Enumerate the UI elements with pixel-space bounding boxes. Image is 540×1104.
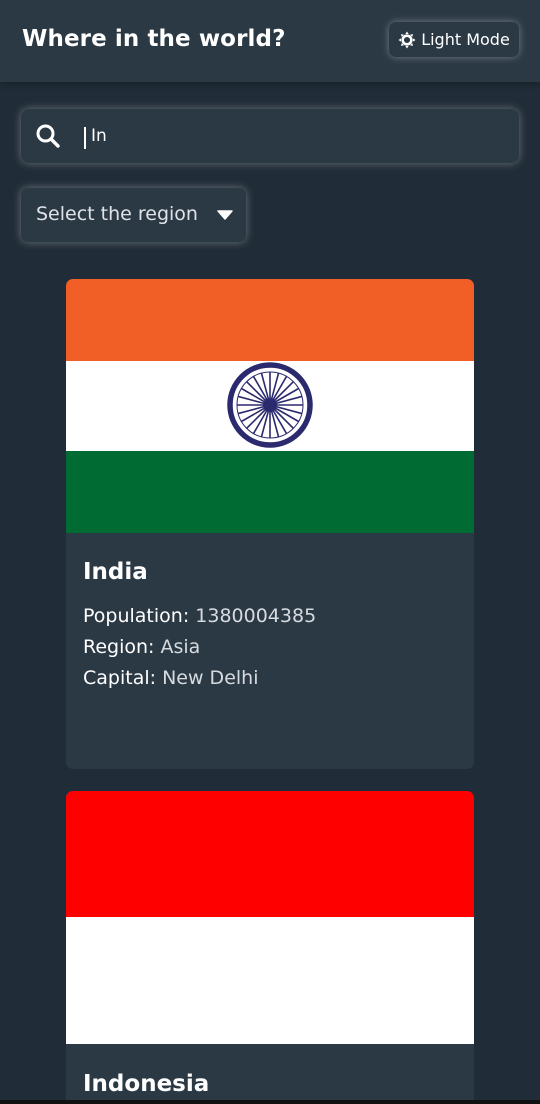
capital-value: New Delhi: [162, 667, 259, 689]
country-card-indonesia[interactable]: Indonesia: [66, 791, 474, 1104]
indonesia-flag: [66, 791, 474, 1044]
sun-icon: [398, 30, 416, 49]
india-details: India Population: 1380004385 Region: Asi…: [83, 559, 316, 694]
light-mode-label: Light Mode: [421, 30, 510, 49]
region-select-label: Select the region: [36, 203, 198, 225]
population-label: Population:: [83, 605, 190, 627]
country-name: Indonesia: [83, 1071, 210, 1097]
region-label: Region:: [83, 636, 155, 658]
region-row: Region: Asia: [83, 632, 316, 663]
population-row: Population: 1380004385: [83, 601, 316, 632]
screen-bottom-edge: [0, 1100, 540, 1104]
search-input[interactable]: [91, 124, 501, 148]
light-mode-button[interactable]: Light Mode: [389, 22, 519, 57]
country-name: India: [83, 559, 148, 585]
population-value: 1380004385: [195, 605, 317, 627]
search-icon: [36, 124, 60, 148]
region-select[interactable]: Select the region: [21, 188, 246, 242]
search-box[interactable]: [21, 109, 519, 163]
app: Where in the world? Light Mode In Select…: [0, 0, 540, 1104]
india-flag: [66, 279, 474, 533]
region-value: Asia: [160, 636, 201, 658]
country-card-india[interactable]: India Population: 1380004385 Region: Asi…: [66, 279, 474, 769]
header: Where in the world? Light Mode: [0, 0, 540, 82]
caret-down-icon: [217, 210, 233, 220]
capital-row: Capital: New Delhi: [83, 663, 316, 694]
page-title: Where in the world?: [22, 26, 286, 52]
text-caret: [84, 127, 86, 149]
capital-label: Capital:: [83, 667, 157, 689]
